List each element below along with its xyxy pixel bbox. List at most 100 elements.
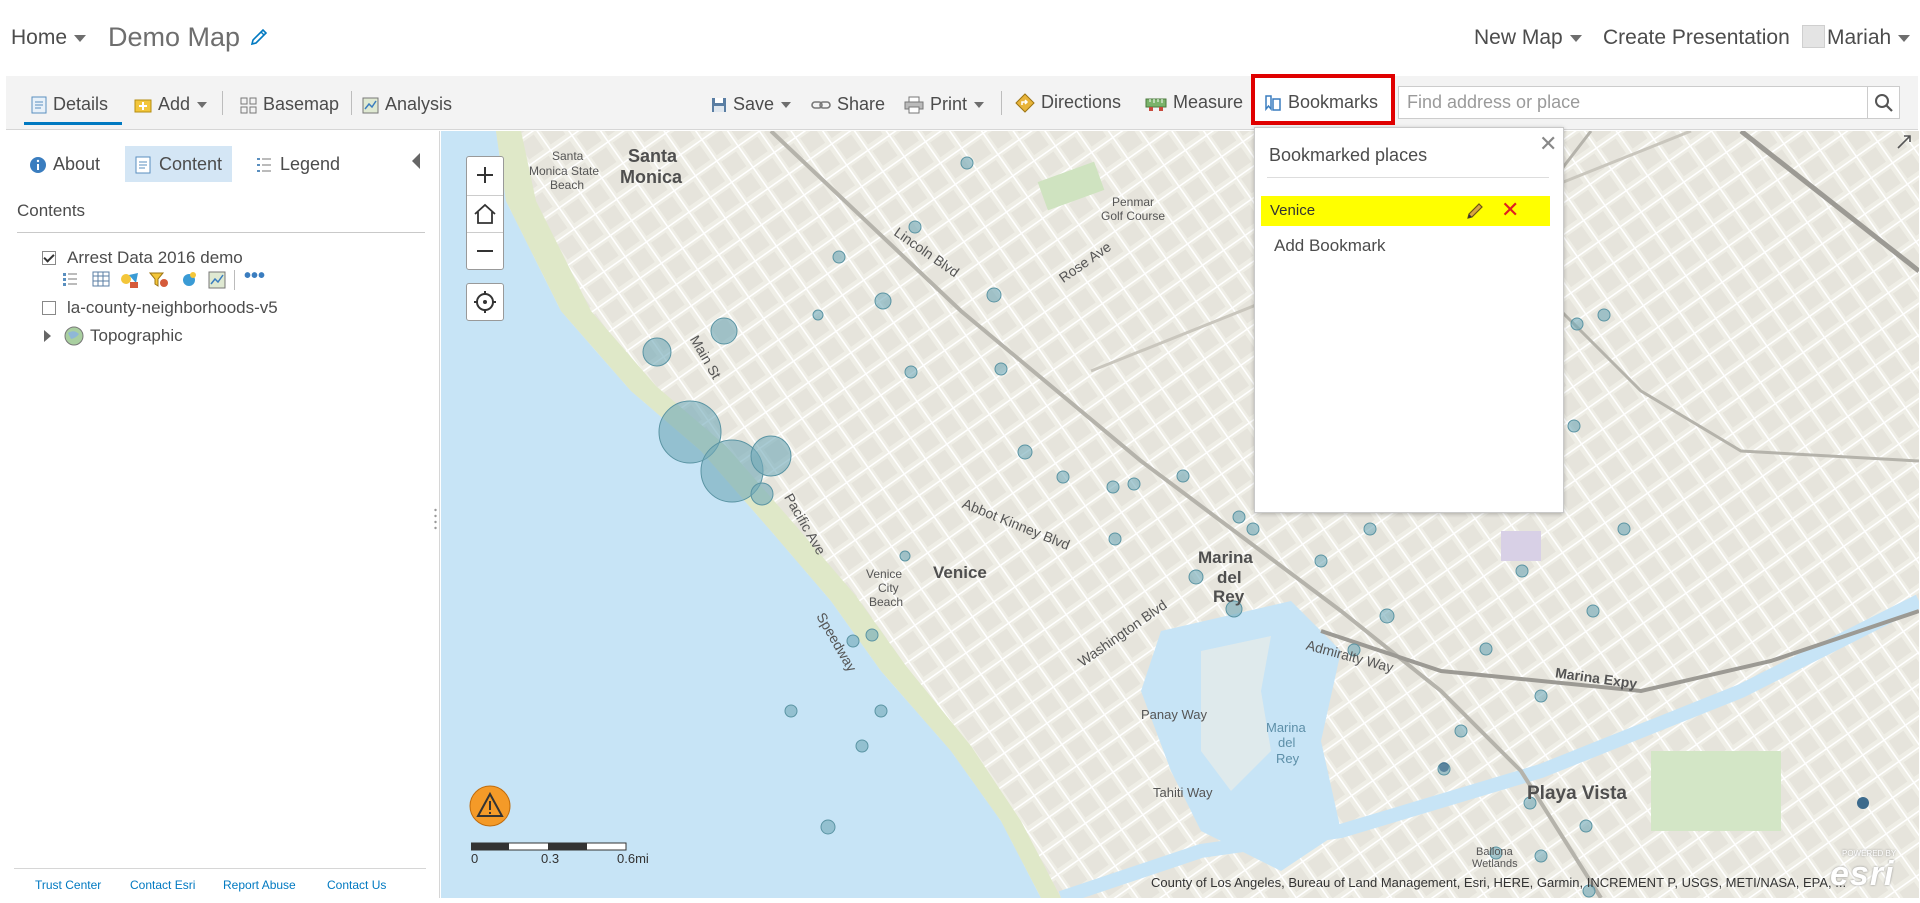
map-label: Venice (933, 563, 987, 582)
footer-link-report-abuse[interactable]: Report Abuse (223, 878, 296, 892)
search-input[interactable] (1399, 87, 1835, 118)
panel-resize-handle[interactable] (434, 508, 437, 530)
home-extent-button[interactable] (467, 195, 503, 233)
print-icon (904, 96, 924, 114)
bookmarks-panel-title: Bookmarked places (1269, 145, 1428, 165)
tab-legend[interactable]: Legend (256, 146, 340, 182)
save-button[interactable]: Save (711, 92, 792, 116)
home-icon (474, 203, 496, 224)
user-menu[interactable]: Mariah (1827, 26, 1911, 50)
divider (1267, 177, 1549, 178)
layer-name-arrest-data[interactable]: Arrest Data 2016 demo (67, 248, 243, 268)
map-label: Santa (552, 149, 584, 163)
share-label: Share (837, 94, 886, 114)
details-icon (31, 96, 47, 114)
toolbar-divider (351, 91, 352, 115)
map-label: Marina (1266, 720, 1306, 735)
scale-label: 0.3 (541, 851, 560, 866)
toolbar-divider (1001, 91, 1002, 115)
share-link-icon (811, 101, 831, 110)
directions-button[interactable]: Directions (1015, 90, 1121, 114)
info-icon (30, 157, 46, 174)
map-basemap (441, 131, 1919, 898)
basemap-label: Basemap (263, 94, 340, 114)
map-label: Rey (1276, 751, 1300, 766)
map-label: Penmar (1112, 195, 1155, 209)
details-label: Details (53, 94, 109, 114)
add-label: Add (158, 94, 191, 114)
measure-ruler-icon (1145, 98, 1167, 112)
map-label: Venice (866, 567, 903, 581)
edit-pencil-icon[interactable] (250, 28, 268, 46)
chevron-down-icon (1569, 34, 1582, 42)
close-icon[interactable]: ✕ (1539, 133, 1557, 155)
map-attribution[interactable]: County of Los Angeles, Bureau of Land Ma… (1151, 875, 1846, 890)
layer-checkbox[interactable] (42, 251, 56, 265)
basemap-grid-icon (240, 97, 257, 114)
layer-checkbox[interactable] (42, 301, 56, 315)
bookmark-item[interactable]: Venice ✕ (1261, 196, 1550, 226)
map-label: Rey (1213, 587, 1245, 606)
analysis-icon[interactable] (180, 271, 198, 294)
layer-map-icon[interactable] (208, 271, 226, 294)
plus-icon (477, 167, 493, 183)
edit-pencil-icon[interactable] (1465, 201, 1485, 221)
page-bottom (0, 899, 1920, 903)
map-label: del (1278, 735, 1296, 750)
avatar[interactable] (1802, 25, 1825, 48)
home-label: Home (11, 26, 68, 49)
tab-content-label: Content (159, 154, 223, 174)
filter-icon[interactable] (148, 271, 169, 294)
add-bookmark-button[interactable]: Add Bookmark (1274, 236, 1386, 256)
esri-logo[interactable]: esri (1830, 855, 1895, 894)
map-view[interactable]: Santa Monica Santa Monica State Beach Pe… (441, 131, 1919, 898)
tab-about[interactable]: About (29, 146, 100, 182)
expand-icon[interactable] (1896, 134, 1912, 150)
footer-link-contact-us[interactable]: Contact Us (327, 878, 386, 892)
search-button[interactable] (1868, 86, 1900, 119)
print-button[interactable]: Print (904, 92, 985, 116)
legend-toggle-icon[interactable] (62, 271, 78, 292)
zoom-out-button[interactable] (467, 233, 503, 269)
expand-triangle-icon[interactable] (44, 330, 51, 342)
new-map-menu[interactable]: New Map (1474, 26, 1582, 50)
analysis-button[interactable]: Analysis (362, 92, 452, 116)
analysis-icon (362, 97, 379, 114)
locate-control (466, 283, 504, 321)
delete-icon[interactable]: ✕ (1501, 197, 1519, 223)
footer-link-trust-center[interactable]: Trust Center (35, 878, 101, 892)
details-button[interactable]: Details (31, 92, 108, 116)
home-menu[interactable]: Home (11, 26, 87, 50)
toolbar-divider (222, 91, 223, 115)
map-label: Tahiti Way (1153, 785, 1213, 800)
tab-content[interactable]: Content (125, 146, 233, 182)
directions-icon (1015, 93, 1035, 113)
footer-link-contact-esri[interactable]: Contact Esri (130, 878, 195, 892)
map-label: City (878, 581, 899, 595)
change-style-icon[interactable] (120, 271, 140, 294)
table-icon[interactable] (92, 271, 110, 292)
scale-label: 0 (471, 851, 479, 866)
search-icon (1875, 94, 1893, 112)
measure-button[interactable]: Measure (1145, 90, 1243, 114)
share-button[interactable]: Share (811, 92, 885, 116)
more-options-icon[interactable]: ••• (244, 265, 265, 288)
locate-crosshair-icon (474, 291, 496, 313)
legend-list-icon (257, 158, 271, 173)
analysis-label: Analysis (385, 94, 453, 114)
add-button[interactable]: Add (134, 92, 208, 116)
layer-name-topographic[interactable]: Topographic (90, 326, 183, 346)
add-icon (134, 99, 152, 113)
warning-icon[interactable] (469, 785, 511, 827)
bookmarks-icon (1265, 95, 1281, 112)
locate-button[interactable] (467, 284, 503, 320)
layer-name-neighborhoods[interactable]: la-county-neighborhoods-v5 (67, 298, 278, 318)
divider (234, 270, 235, 290)
tab-legend-label: Legend (280, 154, 341, 174)
create-presentation-link[interactable]: Create Presentation (1603, 26, 1790, 50)
map-label: Ballona (1476, 846, 1513, 858)
basemap-button[interactable]: Basemap (240, 92, 339, 116)
bookmarks-button[interactable]: Bookmarks (1264, 90, 1378, 114)
zoom-in-button[interactable] (467, 157, 503, 193)
collapse-panel-icon[interactable] (412, 153, 420, 169)
